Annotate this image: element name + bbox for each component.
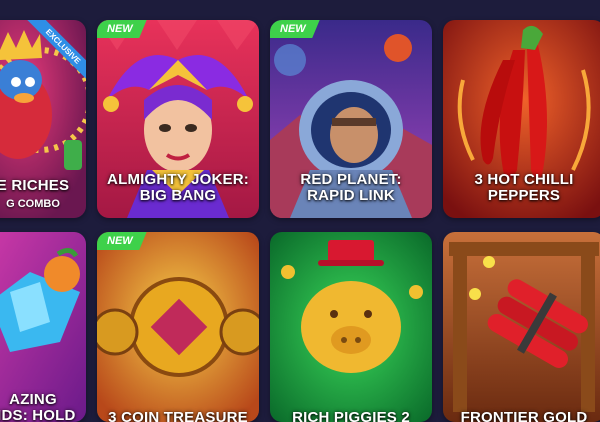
- game-title: E RICHES: [0, 178, 86, 194]
- game-tile-diamonds[interactable]: AZING NDS: HOLD: [0, 232, 86, 422]
- game-title-line: BIG BANG: [139, 187, 217, 204]
- game-title-line: 3 COIN TREASURE: [108, 409, 248, 422]
- game-title: FRONTIER GOLD: [443, 410, 600, 422]
- game-tile-frontier-gold[interactable]: FRONTIER GOLD: [443, 232, 600, 422]
- game-art: [97, 232, 259, 422]
- game-grid: EXCLUSIVE E RICHES G COMBO NEW ALMIGHTY …: [0, 0, 600, 422]
- game-art: [443, 232, 600, 422]
- game-tile-hot-chilli[interactable]: 3 HOT CHILLI PEPPERS: [443, 20, 600, 218]
- game-title: AZING NDS: HOLD: [0, 392, 86, 422]
- game-title: ALMIGHTY JOKER: BIG BANG: [97, 172, 259, 204]
- game-title-line: PEPPERS: [487, 187, 561, 204]
- game-title: 3 COIN TREASURE: [97, 410, 259, 422]
- game-title: RICH PIGGIES 2: [270, 410, 432, 422]
- game-title-line: NDS: HOLD: [0, 407, 76, 422]
- game-tile-red-planet[interactable]: NEW RED PLANET: RAPID LINK: [270, 20, 432, 218]
- game-tile-riches[interactable]: EXCLUSIVE E RICHES G COMBO: [0, 20, 86, 218]
- game-title-line: ALMIGHTY JOKER:: [107, 171, 249, 188]
- game-subtitle: G COMBO: [6, 198, 60, 210]
- game-art: [270, 232, 432, 422]
- game-title-line: RED PLANET:: [300, 171, 402, 188]
- game-title-line: FRONTIER GOLD: [460, 409, 588, 422]
- new-badge: NEW: [270, 20, 320, 38]
- new-badge: NEW: [97, 232, 147, 250]
- game-title-line: 3 HOT CHILLI: [474, 171, 574, 188]
- game-tile-almighty-joker[interactable]: NEW ALMIGHTY JOKER: BIG BANG: [97, 20, 259, 218]
- game-title: RED PLANET: RAPID LINK: [270, 172, 432, 204]
- game-title-line: RICH PIGGIES 2: [292, 409, 410, 422]
- game-tile-coin-treasure[interactable]: NEW 3 COIN TREASURE: [97, 232, 259, 422]
- new-badge: NEW: [97, 20, 147, 38]
- game-title-line: E RICHES: [0, 177, 70, 194]
- game-tile-rich-piggies[interactable]: RICH PIGGIES 2: [270, 232, 432, 422]
- game-title: 3 HOT CHILLI PEPPERS: [443, 172, 600, 204]
- game-title-line: RAPID LINK: [307, 187, 395, 204]
- game-title-line: AZING: [9, 391, 57, 408]
